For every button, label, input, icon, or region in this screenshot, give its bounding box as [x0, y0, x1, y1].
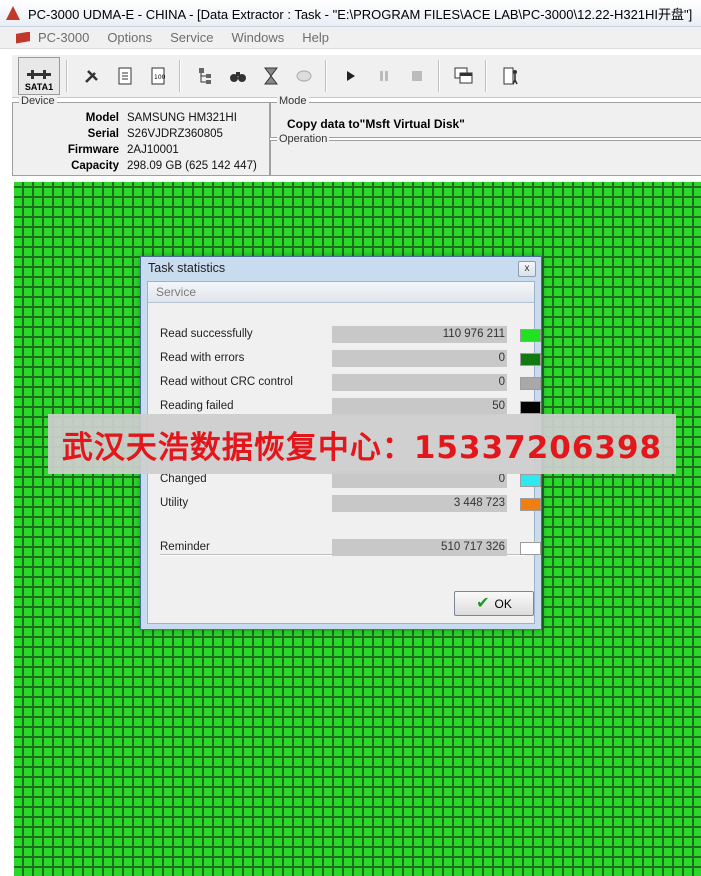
- operation-panel-title: Operation: [277, 133, 330, 145]
- stat-value: 50: [332, 398, 507, 415]
- firmware-label: Firmware: [67, 144, 119, 156]
- tools-button[interactable]: [77, 61, 107, 91]
- stat-value: 0: [332, 374, 507, 391]
- play-button[interactable]: [336, 61, 366, 91]
- tools-icon: [85, 70, 98, 83]
- mode-panel: Mode Copy data to"Msft Virtual Disk": [270, 95, 701, 138]
- color-swatch: [520, 353, 541, 366]
- title-bar: PC-3000 UDMA-E - CHINA - [Data Extractor…: [0, 0, 701, 27]
- mode-text: Copy data to"Msft Virtual Disk": [287, 117, 465, 131]
- binoculars-icon: [230, 72, 246, 82]
- menu-windows[interactable]: Windows: [229, 29, 286, 46]
- svg-text:100: 100: [154, 74, 166, 81]
- dialog-title: Task statistics: [148, 261, 226, 275]
- app-logo-icon: [6, 6, 20, 20]
- play-icon: [347, 71, 355, 81]
- tree-button[interactable]: [190, 61, 220, 91]
- sata-label: SATA1: [24, 82, 54, 92]
- stat-label: Reminder: [160, 541, 210, 553]
- menu-pc3000[interactable]: PC-3000: [36, 29, 91, 46]
- dialog-section-header: Service: [148, 282, 534, 303]
- disk-button[interactable]: [289, 61, 319, 91]
- stat-row-utility: Utility 3 448 723: [160, 495, 541, 513]
- stat-label: Read successfully: [160, 328, 253, 340]
- stat-label: Reading failed: [160, 400, 234, 412]
- color-swatch: [520, 474, 541, 487]
- model-label: Model: [85, 112, 119, 124]
- stop-icon: [412, 71, 422, 81]
- window-title: PC-3000 UDMA-E - CHINA - [Data Extractor…: [28, 6, 693, 22]
- capacity-value: 298.09 GB (625 142 447): [127, 160, 257, 172]
- search-button[interactable]: [223, 61, 253, 91]
- toolbar-separator: [438, 60, 440, 92]
- disk-icon: [296, 70, 312, 82]
- pc3000-menu-icon[interactable]: [16, 31, 30, 44]
- color-swatch: [520, 329, 541, 342]
- ok-label: OK: [494, 596, 512, 611]
- pause-button[interactable]: [369, 61, 399, 91]
- toolbar-separator: [325, 60, 327, 92]
- exit-button[interactable]: [496, 61, 526, 91]
- stop-button[interactable]: [402, 61, 432, 91]
- scroll-button[interactable]: [110, 61, 140, 91]
- stat-value: 0: [332, 350, 507, 367]
- toolbar-separator: [66, 60, 68, 92]
- stat-label: Changed: [160, 473, 207, 485]
- scroll-icon: [118, 67, 132, 85]
- stat-row-read-with-errors: Read with errors 0: [160, 350, 541, 368]
- hourglass-button[interactable]: [256, 61, 286, 91]
- exit-icon: [503, 67, 518, 85]
- operation-panel: Operation: [270, 133, 701, 176]
- dialog-title-bar[interactable]: Task statistics: [141, 257, 541, 279]
- watermark-text: 武汉天浩数据恢复中心：15337206398: [61, 429, 663, 466]
- stat-value: 3 448 723: [332, 495, 507, 512]
- capacity-label: Capacity: [71, 160, 119, 172]
- device-panel: Device Model SAMSUNG HM321HI Serial S26V…: [12, 95, 270, 176]
- windows-icon: [454, 67, 473, 84]
- ok-button[interactable]: ✔ OK: [454, 591, 534, 616]
- color-swatch: [520, 542, 541, 555]
- model-value: SAMSUNG HM321HI: [127, 112, 237, 124]
- watermark-banner: 武汉天浩数据恢复中心：15337206398: [48, 414, 676, 474]
- stat-value: 110 976 211: [332, 326, 507, 343]
- stat-row-read-without-crc: Read without CRC control 0: [160, 374, 541, 392]
- stat-value: 510 717 326: [332, 539, 507, 556]
- section-label: Service: [156, 285, 197, 299]
- color-swatch: [520, 498, 541, 511]
- toolbar: SATA1 100: [12, 54, 701, 98]
- stat-label: Read without CRC control: [160, 376, 293, 388]
- menu-service[interactable]: Service: [168, 29, 215, 46]
- menu-help[interactable]: Help: [300, 29, 331, 46]
- dialog-close-button[interactable]: x: [518, 261, 536, 277]
- menu-bar: PC-3000 Options Service Windows Help: [0, 27, 701, 49]
- pause-icon: [380, 71, 388, 81]
- color-swatch: [520, 377, 541, 390]
- hourglass-icon: [264, 67, 278, 85]
- device-panel-title: Device: [19, 95, 57, 107]
- color-swatch: [520, 401, 541, 414]
- toolbar-separator: [179, 60, 181, 92]
- tree-icon: [199, 68, 211, 84]
- stat-label: Utility: [160, 497, 189, 509]
- stat-label: Read with errors: [160, 352, 245, 364]
- mode-panel-title: Mode: [277, 95, 309, 107]
- percent-report-button[interactable]: 100: [143, 61, 173, 91]
- serial-value: S26VJDRZ360805: [127, 128, 223, 140]
- stat-row-reminder: Reminder 510 717 326: [160, 539, 541, 557]
- port-icon: [27, 70, 51, 79]
- windows-button[interactable]: [449, 61, 479, 91]
- serial-label: Serial: [87, 128, 119, 140]
- stat-row-read-successfully: Read successfully 110 976 211: [160, 326, 541, 344]
- menu-options[interactable]: Options: [105, 29, 154, 46]
- toolbar-separator: [485, 60, 487, 92]
- checkmark-icon: ✔: [476, 594, 490, 612]
- sata-port-button[interactable]: SATA1: [18, 57, 60, 95]
- percent-doc-icon: 100: [151, 67, 166, 85]
- firmware-value: 2AJ10001: [127, 144, 179, 156]
